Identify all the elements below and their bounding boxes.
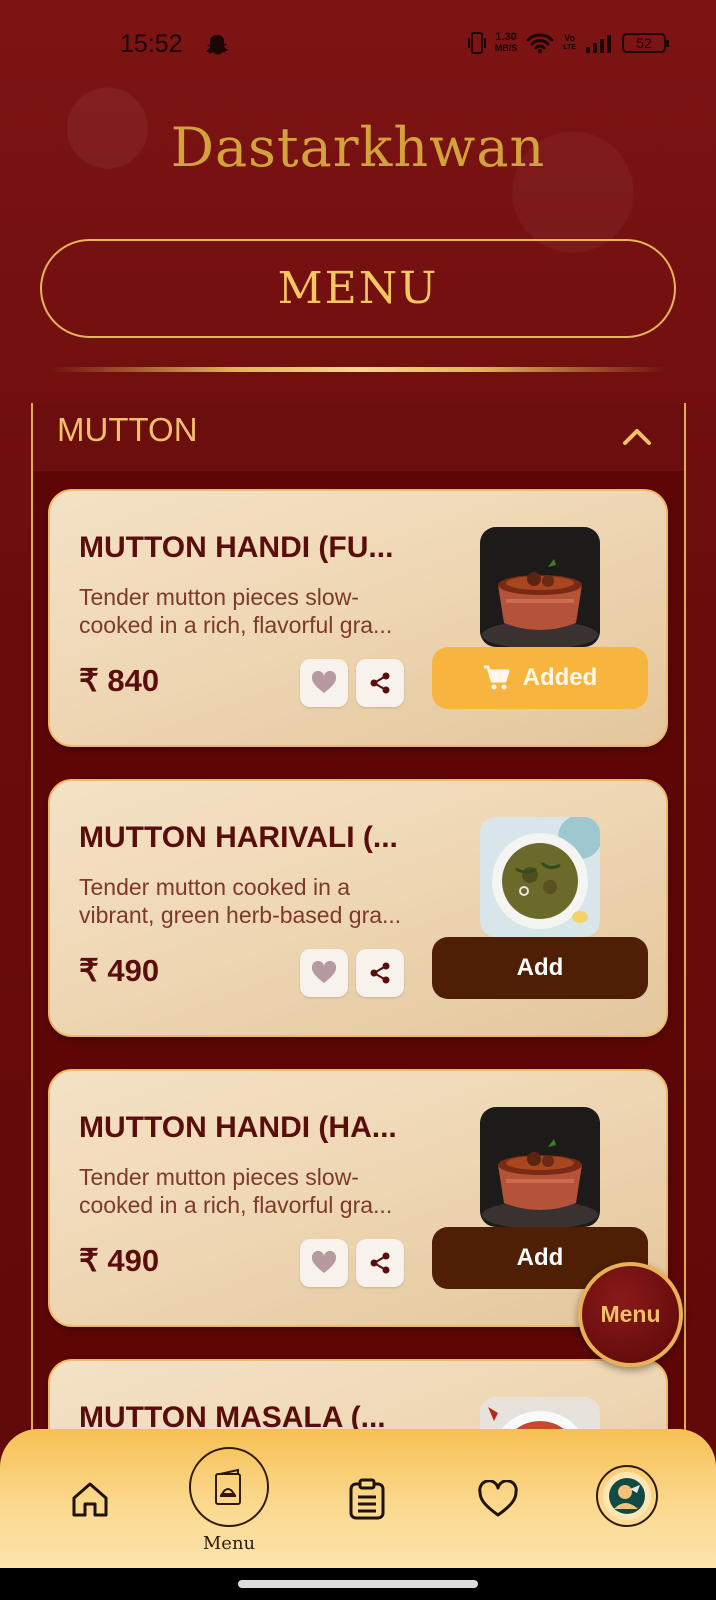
menu-book-icon xyxy=(215,1468,241,1505)
fab-label: Menu xyxy=(600,1301,661,1327)
battery-indicator: 52 xyxy=(622,33,669,53)
category-header[interactable]: MUTTON xyxy=(33,403,684,471)
share-icon xyxy=(370,962,390,984)
menu-title-banner: MENU xyxy=(40,239,676,338)
floating-menu-button[interactable]: Menu xyxy=(578,1262,683,1367)
share-button[interactable] xyxy=(356,1239,404,1287)
item-price: ₹ 840 xyxy=(79,663,160,698)
add-button-label: Add xyxy=(516,1244,564,1271)
item-price: ₹ 490 xyxy=(79,1243,160,1278)
nav-favorites[interactable] xyxy=(474,1475,522,1523)
item-photo-harivali xyxy=(480,817,600,937)
menu-item-card[interactable]: MUTTON HARIVALI (... Tender mutton cooke… xyxy=(48,779,668,1037)
item-name: MUTTON HARIVALI (... xyxy=(79,821,398,854)
menu-item-card[interactable]: MUTTON HANDI (FU... Tender mutton pieces… xyxy=(48,489,668,747)
nav-menu[interactable] xyxy=(189,1447,269,1527)
added-to-cart-button[interactable]: Added xyxy=(432,647,648,709)
nav-profile[interactable] xyxy=(596,1465,658,1527)
item-description: Tender mutton pieces slow- cooked in a r… xyxy=(79,1164,393,1218)
orders-clipboard-icon xyxy=(349,1478,385,1520)
cart-icon xyxy=(483,665,510,690)
page-title: MENU xyxy=(277,263,439,314)
add-to-cart-button[interactable]: Add xyxy=(432,937,648,999)
wifi-icon xyxy=(526,33,554,53)
item-price: ₹ 490 xyxy=(79,953,160,988)
network-speed: 1.30 MB/S xyxy=(494,31,518,54)
heart-icon xyxy=(311,961,337,983)
share-button[interactable] xyxy=(356,949,404,997)
favorite-button[interactable] xyxy=(300,659,348,707)
item-name: MUTTON HANDI (HA... xyxy=(79,1111,397,1144)
menu-item-card[interactable]: MUTTON HANDI (HA... Tender mutton pieces… xyxy=(48,1069,668,1327)
signal-icon xyxy=(586,35,611,53)
item-description: Tender mutton pieces slow- cooked in a r… xyxy=(79,584,393,638)
nav-home[interactable] xyxy=(66,1475,114,1523)
category-title: MUTTON xyxy=(57,411,198,448)
status-time: 15:52 xyxy=(120,30,183,58)
profile-avatar-icon xyxy=(603,1472,651,1520)
snapchat-ghost-icon xyxy=(206,35,228,55)
item-photo-handi xyxy=(480,1107,600,1227)
favorite-button[interactable] xyxy=(300,949,348,997)
share-icon xyxy=(370,1252,390,1274)
share-button[interactable] xyxy=(356,659,404,707)
brand-logo: Dastarkhwan xyxy=(170,116,546,179)
home-icon xyxy=(72,1482,108,1517)
nav-menu-label: Menu xyxy=(202,1533,256,1554)
add-button-label: Added xyxy=(522,664,598,691)
add-button-label: Add xyxy=(516,954,564,981)
status-bar: 15:52 1.30 MB/S Vo LTE 52 xyxy=(0,0,716,90)
heart-icon xyxy=(311,1251,337,1273)
item-name: MUTTON HANDI (FU... xyxy=(79,531,394,564)
item-description: Tender mutton cooked in a vibrant, green… xyxy=(79,874,402,928)
home-gesture-bar[interactable] xyxy=(238,1580,478,1588)
nav-orders[interactable] xyxy=(343,1475,391,1523)
heart-icon xyxy=(478,1480,518,1517)
gold-divider xyxy=(50,367,666,372)
bottom-navigation: Menu xyxy=(0,1429,716,1569)
volte-indicator: Vo LTE xyxy=(563,33,576,52)
heart-icon xyxy=(311,671,337,693)
favorite-button[interactable] xyxy=(300,1239,348,1287)
system-gesture-area xyxy=(0,1568,716,1600)
share-icon xyxy=(370,672,390,694)
item-photo-handi xyxy=(480,527,600,647)
vibrate-icon xyxy=(467,32,486,54)
chevron-up-icon[interactable] xyxy=(620,419,654,453)
